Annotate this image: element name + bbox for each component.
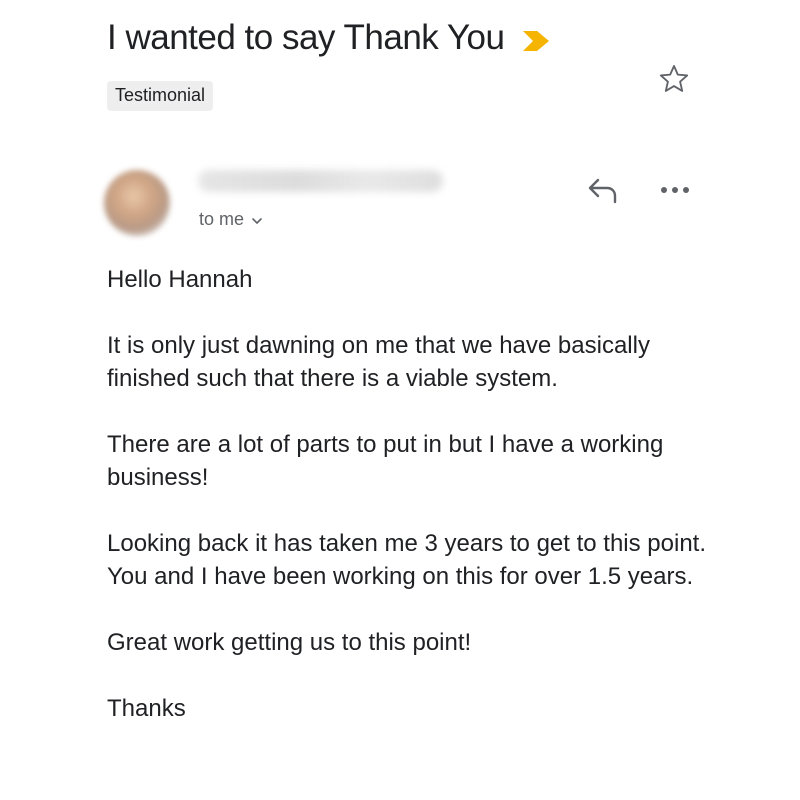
avatar[interactable] [104, 170, 170, 236]
greeting: Hello Hannah [107, 266, 253, 293]
body-paragraph: Looking back it has taken me 3 years to … [107, 530, 707, 590]
sender-name-redacted[interactable] [198, 170, 443, 192]
label-chip-testimonial[interactable]: Testimonial [107, 81, 214, 111]
body-paragraph: There are a lot of parts to put in but I… [107, 431, 664, 491]
email-subject: I wanted to say Thank You [107, 18, 505, 57]
more-options-icon[interactable] [659, 180, 691, 200]
email-body: Hello Hannah It is only just dawning on … [107, 263, 727, 758]
signoff: Thanks [107, 695, 186, 722]
importance-marker-icon[interactable] [522, 30, 550, 52]
recipient-label: to me [199, 209, 245, 229]
body-paragraph: It is only just dawning on me that we ha… [107, 332, 650, 392]
body-paragraph: Great work getting us to this point! [107, 629, 472, 656]
star-icon[interactable] [657, 62, 691, 96]
chevron-down-icon [252, 217, 262, 224]
subject-row: I wanted to say Thank You [107, 18, 550, 58]
reply-icon[interactable] [586, 175, 620, 207]
recipient-details-toggle[interactable]: to me [199, 209, 263, 230]
email-view: I wanted to say Thank You Testimonial to… [0, 0, 800, 800]
